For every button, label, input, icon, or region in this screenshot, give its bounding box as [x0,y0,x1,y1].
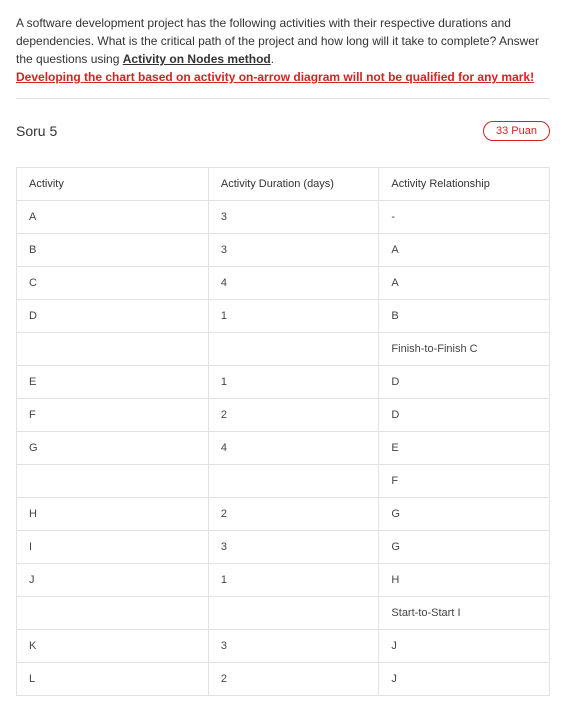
cell-duration [208,597,379,630]
cell-relationship: B [379,300,550,333]
cell-duration: 4 [208,267,379,300]
table-row: Finish-to-Finish C [17,333,550,366]
cell-relationship: G [379,498,550,531]
header-relationship: Activity Relationship [379,168,550,201]
cell-duration [208,465,379,498]
cell-duration: 3 [208,234,379,267]
cell-duration: 3 [208,531,379,564]
cell-activity [17,597,209,630]
prompt-method: Activity on Nodes method [123,52,271,66]
cell-duration: 2 [208,663,379,696]
table-row: Start-to-Start I [17,597,550,630]
cell-duration [208,333,379,366]
prompt-warning: Developing the chart based on activity o… [16,70,550,84]
cell-activity: E [17,366,209,399]
cell-activity: I [17,531,209,564]
cell-relationship: A [379,234,550,267]
cell-activity: D [17,300,209,333]
cell-relationship: Finish-to-Finish C [379,333,550,366]
cell-duration: 3 [208,201,379,234]
cell-relationship: J [379,663,550,696]
cell-relationship: J [379,630,550,663]
table-row: D1B [17,300,550,333]
question-prompt: A software development project has the f… [16,14,550,68]
cell-duration: 1 [208,564,379,597]
cell-activity: H [17,498,209,531]
prompt-text-1: A software development project has the f… [16,16,539,66]
cell-relationship: - [379,201,550,234]
cell-relationship: Start-to-Start I [379,597,550,630]
cell-activity: J [17,564,209,597]
cell-activity: A [17,201,209,234]
cell-relationship: G [379,531,550,564]
table-row: K3J [17,630,550,663]
cell-duration: 2 [208,498,379,531]
cell-relationship: D [379,399,550,432]
points-badge: 33 Puan [483,121,550,141]
cell-activity: C [17,267,209,300]
table-row: I3G [17,531,550,564]
table-row: A3- [17,201,550,234]
cell-relationship: D [379,366,550,399]
cell-activity: F [17,399,209,432]
table-row: L2J [17,663,550,696]
cell-duration: 1 [208,300,379,333]
cell-relationship: E [379,432,550,465]
cell-relationship: A [379,267,550,300]
question-number: Soru 5 [16,123,57,139]
table-header-row: Activity Activity Duration (days) Activi… [17,168,550,201]
cell-activity: G [17,432,209,465]
activity-table: Activity Activity Duration (days) Activi… [16,167,550,696]
table-row: H2G [17,498,550,531]
table-row: E1D [17,366,550,399]
table-row: F2D [17,399,550,432]
cell-relationship: H [379,564,550,597]
table-row: B3A [17,234,550,267]
header-activity: Activity [17,168,209,201]
table-row: J1H [17,564,550,597]
cell-activity: K [17,630,209,663]
header-duration: Activity Duration (days) [208,168,379,201]
section-divider [16,98,550,99]
question-header: Soru 5 33 Puan [16,121,550,141]
cell-activity [17,333,209,366]
cell-activity: L [17,663,209,696]
cell-duration: 4 [208,432,379,465]
table-row: C4A [17,267,550,300]
prompt-period: . [271,52,274,66]
cell-relationship: F [379,465,550,498]
cell-duration: 2 [208,399,379,432]
cell-activity [17,465,209,498]
cell-duration: 3 [208,630,379,663]
table-row: G4E [17,432,550,465]
cell-duration: 1 [208,366,379,399]
table-row: F [17,465,550,498]
cell-activity: B [17,234,209,267]
